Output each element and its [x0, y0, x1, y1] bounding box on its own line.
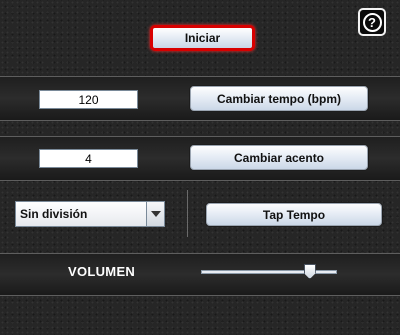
volume-slider-thumb[interactable] — [303, 264, 316, 279]
change-accent-button[interactable]: Cambiar acento — [189, 144, 369, 171]
tempo-field[interactable]: 120 — [39, 90, 138, 109]
volume-slider-track[interactable] — [201, 270, 337, 274]
tempo-row: 120 Cambiar tempo (bpm) — [0, 76, 400, 121]
subdivision-select[interactable]: Sin división — [15, 201, 165, 227]
volume-label: VOLUMEN — [68, 264, 136, 279]
volume-row — [0, 253, 400, 296]
chevron-down-icon[interactable] — [146, 202, 164, 226]
start-button[interactable]: Iniciar — [150, 25, 255, 51]
help-button[interactable]: ? — [358, 8, 386, 36]
accent-row: 4 Cambiar acento — [0, 136, 400, 181]
subdivision-value: Sin división — [20, 207, 88, 221]
change-tempo-button[interactable]: Cambiar tempo (bpm) — [189, 85, 369, 112]
tap-tempo-button[interactable]: Tap Tempo — [205, 202, 383, 227]
help-icon: ? — [362, 12, 382, 32]
volume-slider[interactable] — [201, 262, 337, 282]
accent-field[interactable]: 4 — [39, 149, 138, 168]
row-divider — [187, 190, 188, 237]
